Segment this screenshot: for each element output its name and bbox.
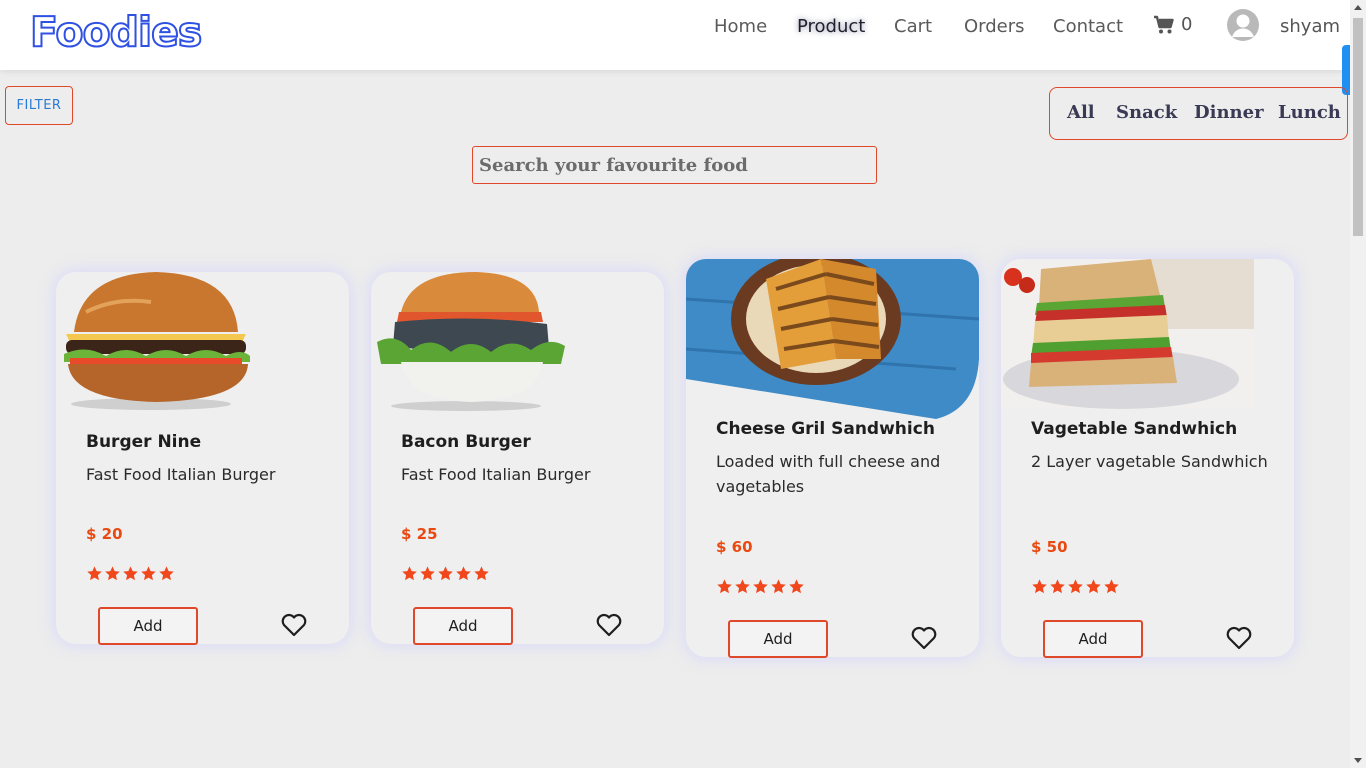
- product-title: Vagetable Sandwhich: [1031, 419, 1238, 439]
- user-name[interactable]: shyam: [1280, 16, 1340, 37]
- category-lunch[interactable]: Lunch: [1278, 102, 1341, 123]
- star-icon: [438, 566, 453, 581]
- product-description: Loaded with full cheese and vagetables: [716, 452, 941, 496]
- scroll-down-arrow-icon[interactable]: [1354, 758, 1362, 763]
- nav-home[interactable]: Home: [714, 16, 767, 37]
- product-rating: [401, 565, 490, 582]
- star-icon: [1032, 579, 1047, 594]
- product-image-grilled-sandwich: [686, 259, 979, 421]
- star-icon: [1068, 579, 1083, 594]
- add-to-cart-button[interactable]: Add: [98, 607, 198, 645]
- category-all[interactable]: All: [1067, 102, 1095, 123]
- product-rating: [1031, 578, 1120, 595]
- star-icon: [159, 566, 174, 581]
- product-price: $ 20: [86, 525, 123, 543]
- filter-button[interactable]: FILTER: [5, 86, 73, 125]
- star-icon: [123, 566, 138, 581]
- product-description: Fast Food Italian Burger: [86, 465, 276, 484]
- star-icon: [1086, 579, 1101, 594]
- product-price: $ 50: [1031, 538, 1068, 556]
- product-rating: [86, 565, 175, 582]
- star-icon: [474, 566, 489, 581]
- scroll-thumb[interactable]: [1353, 18, 1363, 236]
- product-description: 2 Layer vagetable Sandwhich: [1031, 452, 1268, 471]
- cart-button[interactable]: 0: [1153, 14, 1192, 35]
- product-price: $ 60: [716, 538, 753, 556]
- star-icon: [1050, 579, 1065, 594]
- star-icon: [402, 566, 417, 581]
- product-title: Burger Nine: [86, 432, 202, 452]
- product-title: Bacon Burger: [401, 432, 531, 452]
- star-icon: [87, 566, 102, 581]
- star-icon: [141, 566, 156, 581]
- star-icon: [735, 579, 750, 594]
- product-image-club-sandwich: [1001, 259, 1254, 409]
- nav-contact[interactable]: Contact: [1053, 16, 1123, 37]
- heart-icon[interactable]: [281, 613, 307, 637]
- star-icon: [420, 566, 435, 581]
- top-navbar: Foodies Home Product Cart Orders Contact…: [0, 0, 1350, 70]
- search-input[interactable]: [472, 146, 877, 184]
- product-card: Burger Nine Fast Food Italian Burger $ 2…: [56, 272, 349, 645]
- cart-icon: [1154, 15, 1174, 33]
- cart-count: 0: [1181, 14, 1193, 35]
- heart-icon[interactable]: [596, 613, 622, 637]
- product-card: Vagetable Sandwhich 2 Layer vagetable Sa…: [1001, 259, 1294, 658]
- nav-cart[interactable]: Cart: [894, 16, 932, 37]
- star-icon: [456, 566, 471, 581]
- product-description: Fast Food Italian Burger: [401, 465, 591, 484]
- star-icon: [105, 566, 120, 581]
- heart-icon[interactable]: [1226, 626, 1252, 650]
- nav-product[interactable]: Product: [797, 16, 865, 37]
- star-icon: [1104, 579, 1119, 594]
- product-card: Bacon Burger Fast Food Italian Burger $ …: [371, 272, 664, 645]
- add-to-cart-button[interactable]: Add: [1043, 620, 1143, 658]
- star-icon: [753, 579, 768, 594]
- product-image-burger: [371, 272, 571, 412]
- category-tabs: All Snack Dinner Lunch: [1049, 87, 1348, 140]
- product-title: Cheese Gril Sandwhich: [716, 419, 935, 439]
- product-card: Cheese Gril Sandwhich Loaded with full c…: [686, 259, 979, 658]
- product-rating: [716, 578, 805, 595]
- star-icon: [771, 579, 786, 594]
- user-avatar-icon[interactable]: [1227, 9, 1259, 41]
- category-dinner[interactable]: Dinner: [1194, 102, 1264, 123]
- scroll-up-arrow-icon[interactable]: [1354, 5, 1362, 10]
- nav-orders[interactable]: Orders: [964, 16, 1025, 37]
- heart-icon[interactable]: [911, 626, 937, 650]
- main-nav: Home Product Cart Orders Contact: [0, 16, 1350, 40]
- add-to-cart-button[interactable]: Add: [728, 620, 828, 658]
- star-icon: [789, 579, 804, 594]
- add-to-cart-button[interactable]: Add: [413, 607, 513, 645]
- category-snack[interactable]: Snack: [1116, 102, 1177, 123]
- page-scrollbar[interactable]: [1350, 0, 1366, 768]
- star-icon: [717, 579, 732, 594]
- product-price: $ 25: [401, 525, 438, 543]
- product-image-burger: [56, 272, 256, 412]
